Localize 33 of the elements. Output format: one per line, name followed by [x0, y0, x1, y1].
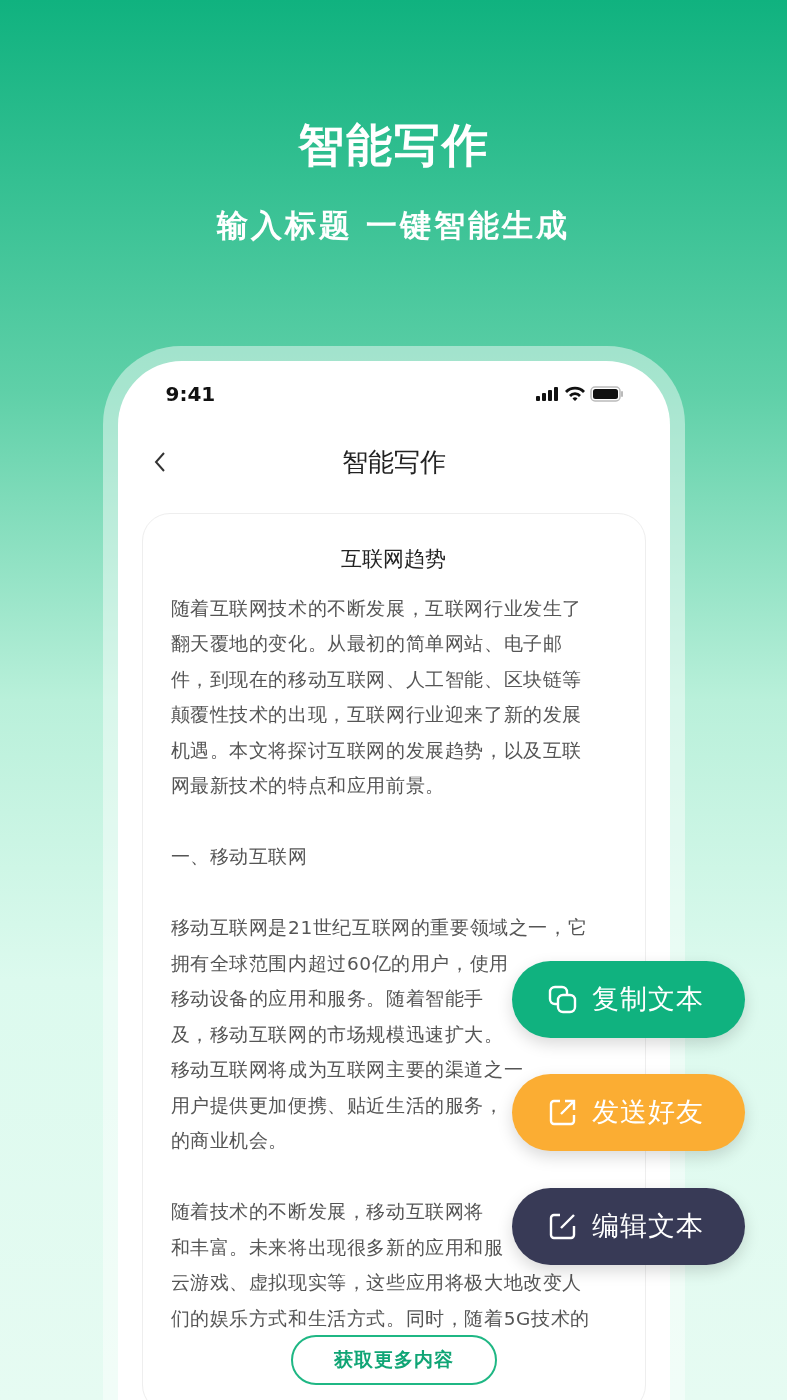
article-text-line: 们的娱乐方式和生活方式。同时，随着5G技术的 — [170, 1306, 590, 1331]
battery-icon — [589, 386, 624, 402]
article-text-line: 和丰富。未来将出现很多新的应用和服 — [170, 1235, 504, 1260]
wifi-icon — [563, 386, 586, 402]
article-text-line: 的商业机会。 — [170, 1129, 289, 1153]
back-icon[interactable] — [153, 450, 166, 473]
article-text-line: 移动设备的应用和服务。随着智能手 — [170, 987, 485, 1011]
share-icon — [548, 1097, 578, 1128]
load-more-button[interactable]: 获取更多内容 — [290, 1334, 497, 1385]
article-text-line: 拥有全球范围内超过60亿的用户，使用 — [170, 951, 509, 976]
article-text-line: 用户提供更加便携、贴近生活的服务， — [170, 1093, 504, 1118]
article-text-line: 云游戏、虚拟现实等，这些应用将极大地改变人 — [170, 1271, 583, 1295]
article-text-line: 一、移动互联网 — [170, 845, 308, 869]
article-text-line: 机遇。本文将探讨互联网的发展趋势，以及互联 — [170, 738, 583, 763]
headline: 智能写作 — [297, 122, 490, 168]
action-button[interactable]: 编辑文本 — [512, 1188, 745, 1265]
subheadline: 输入标题 一键智能生成 — [216, 210, 571, 241]
article-text-line: 件，到现在的移动互联网、人工智能、区块链等 — [170, 667, 583, 692]
action-button[interactable]: 发送好友 — [512, 1074, 745, 1151]
article-text-line: 随着互联网技术的不断发展，互联网行业发生了 — [170, 596, 583, 621]
article-title: 互联网趋势 — [340, 546, 447, 573]
article-text-line: 颠覆性技术的出现，互联网行业迎来了新的发展 — [170, 703, 583, 727]
article-text-line: 及，移动互联网的市场规模迅速扩大。 — [170, 1022, 504, 1047]
edit-icon — [548, 1211, 578, 1242]
page-title: 智能写作 — [341, 445, 446, 479]
article-text-line: 移动互联网是21世纪互联网的重要领域之一，它 — [170, 916, 588, 940]
article-text-line: 随着技术的不断发展，移动互联网将 — [170, 1200, 485, 1224]
article-text-line: 翻天覆地的变化。从最初的简单网站、电子邮 — [170, 632, 563, 656]
action-button[interactable]: 复制文本 — [512, 961, 745, 1038]
signal-icon — [535, 387, 560, 401]
status-time: 9:41 — [165, 381, 216, 408]
copy-icon — [548, 984, 578, 1015]
article-text-line: 网最新技术的特点和应用前景。 — [170, 774, 445, 798]
